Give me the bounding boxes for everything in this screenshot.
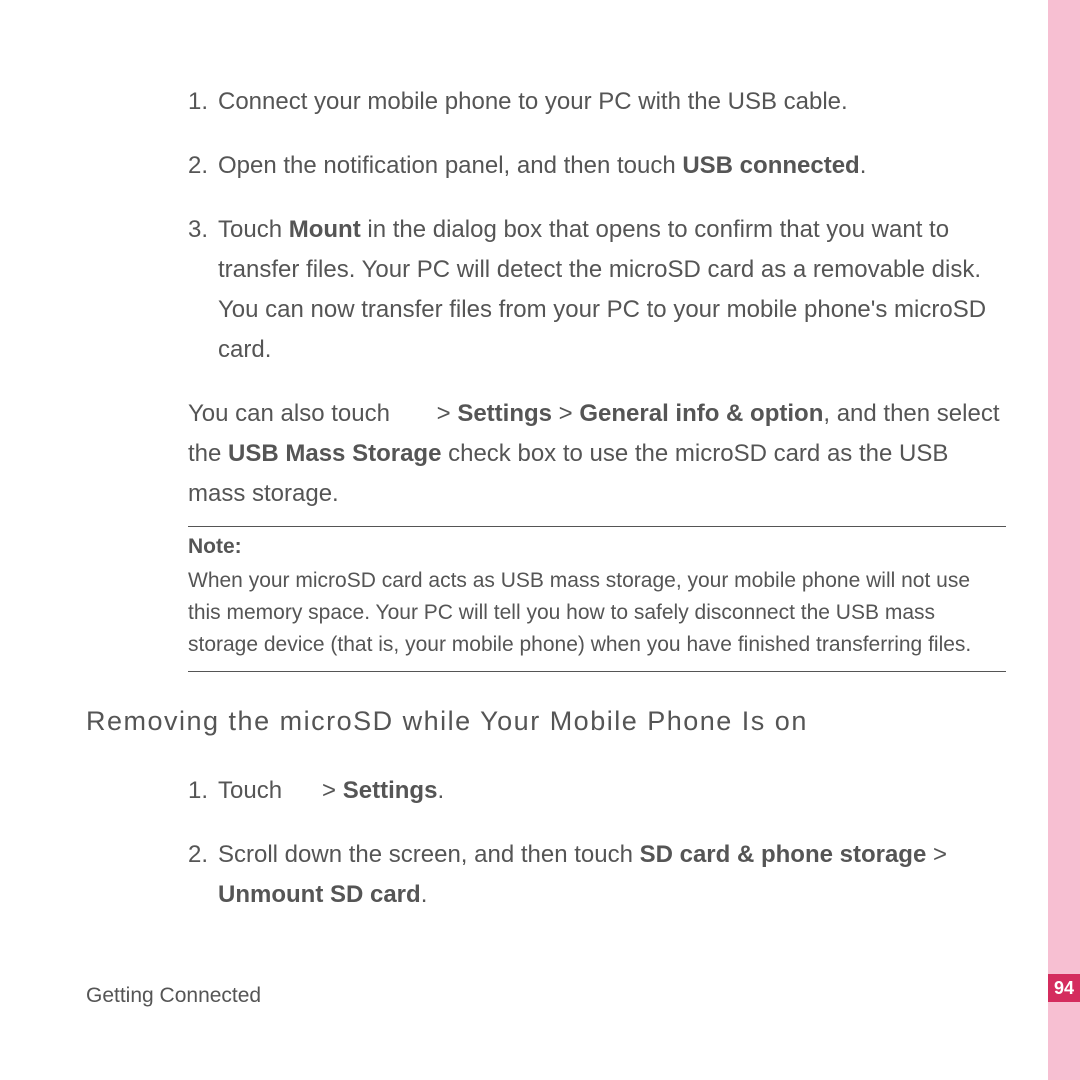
- note-body: When your microSD card acts as USB mass …: [188, 565, 1006, 661]
- step-number: 2.: [188, 835, 218, 915]
- step-item: 1. Connect your mobile phone to your PC …: [86, 82, 1006, 122]
- note-label: Note:: [188, 535, 1006, 559]
- step-item: 2. Open the notification panel, and then…: [86, 146, 1006, 186]
- step-text: Scroll down the screen, and then touch S…: [218, 835, 1006, 915]
- step-item: 2. Scroll down the screen, and then touc…: [86, 835, 1006, 915]
- page-content: 1. Connect your mobile phone to your PC …: [86, 82, 1006, 915]
- step-number: 1.: [188, 771, 218, 811]
- step-number: 1.: [188, 82, 218, 122]
- step-text: Touch Mount in the dialog box that opens…: [218, 210, 1006, 370]
- side-accent-bar: [1048, 0, 1080, 1080]
- note-block: Note: When your microSD card acts as USB…: [188, 526, 1006, 672]
- page-number-badge: 94: [1048, 974, 1080, 1002]
- sub-paragraph: You can also touch > Settings > General …: [86, 394, 1006, 514]
- step-text: Touch > Settings.: [218, 771, 1006, 811]
- footer-section-label: Getting Connected: [86, 984, 261, 1008]
- step-text: Open the notification panel, and then to…: [218, 146, 1006, 186]
- step-item: 1. Touch > Settings.: [86, 771, 1006, 811]
- step-number: 2.: [188, 146, 218, 186]
- step-number: 3.: [188, 210, 218, 370]
- section-heading: Removing the microSD while Your Mobile P…: [86, 706, 1006, 737]
- step-text: Connect your mobile phone to your PC wit…: [218, 82, 1006, 122]
- step-item: 3. Touch Mount in the dialog box that op…: [86, 210, 1006, 370]
